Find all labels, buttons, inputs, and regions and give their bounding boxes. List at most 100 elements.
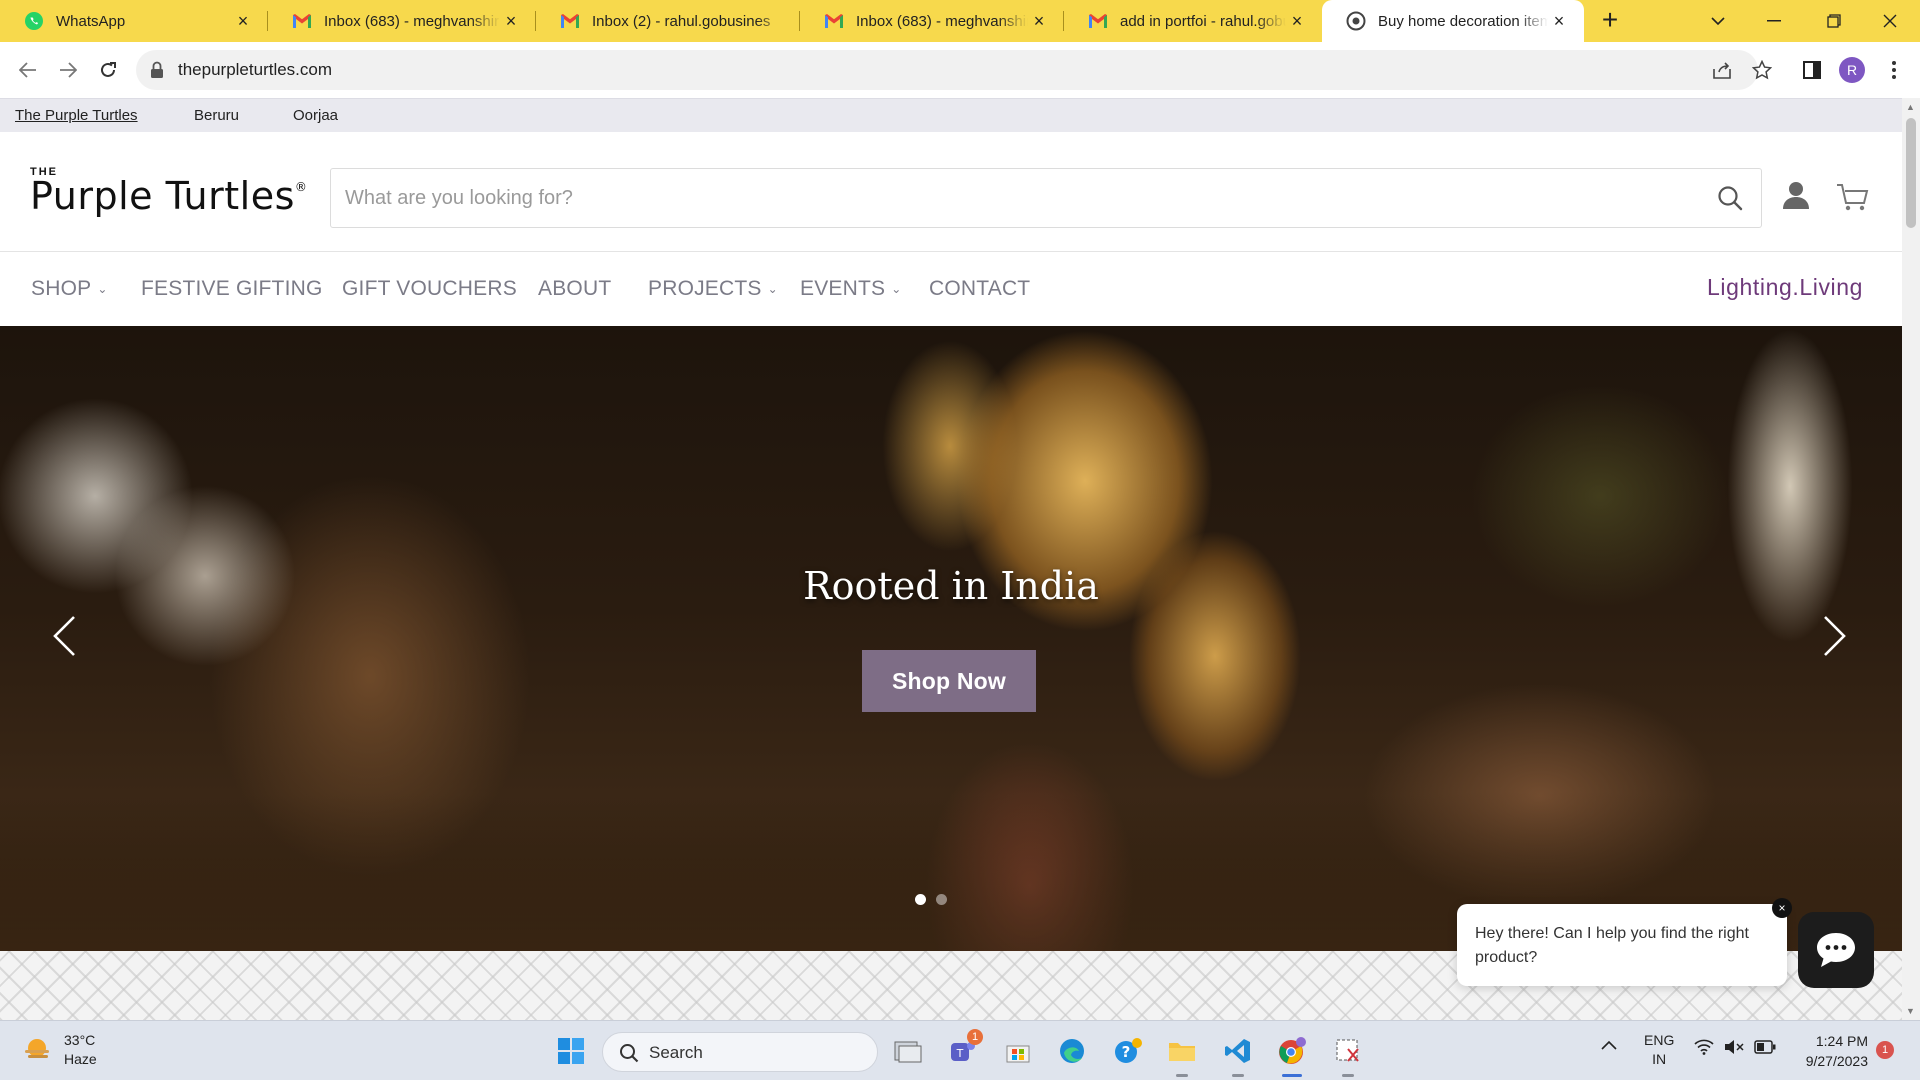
nav-festive-gifting[interactable]: FESTIVE GIFTING (141, 277, 323, 301)
whatsapp-icon (24, 11, 44, 31)
nav-contact[interactable]: CONTACT (929, 277, 1030, 301)
slider-dot-1[interactable] (915, 894, 926, 905)
shop-now-button[interactable]: Shop Now (862, 650, 1036, 712)
bookmark-oorjaa[interactable]: Oorjaa (293, 107, 338, 124)
tab-title: Inbox (2) - rahul.gobusines (592, 12, 786, 30)
file-explorer-icon[interactable] (888, 1031, 928, 1071)
browser-tab-gmail-1[interactable]: Inbox (683) - meghvanshir × (268, 0, 536, 42)
system-clock[interactable]: 1:24 PM 9/27/2023 (1790, 1031, 1868, 1071)
haze-sun-icon (25, 1039, 49, 1058)
nav-events[interactable]: EVENTS ⌄ (800, 277, 902, 301)
chevron-down-icon: ⌄ (767, 282, 778, 296)
tab-title: Inbox (683) - meghvanshir (856, 12, 1028, 30)
browser-tab-whatsapp[interactable]: WhatsApp × (0, 0, 268, 42)
scroll-up-icon[interactable]: ▲ (1906, 102, 1915, 112)
account-icon[interactable] (1782, 180, 1810, 215)
nav-gift-vouchers[interactable]: GIFT VOUCHERS (342, 277, 517, 301)
snipping-tool-icon[interactable] (1328, 1031, 1368, 1077)
teams-badge: 1 (967, 1029, 983, 1045)
browser-toolbar: thepurpleturtles.com R (0, 42, 1920, 98)
show-hidden-icons-chevron-icon[interactable] (1601, 1037, 1617, 1053)
window-close-icon[interactable] (1862, 0, 1918, 42)
close-tab-icon[interactable]: × (1548, 10, 1570, 32)
slider-prev-arrow-icon[interactable] (44, 606, 84, 666)
battery-icon[interactable] (1754, 1040, 1776, 1057)
vscode-icon[interactable] (1218, 1031, 1258, 1077)
hero-slider: Rooted in India Shop Now (0, 326, 1902, 951)
teams-icon[interactable]: T 1 (943, 1029, 983, 1071)
nav-projects[interactable]: PROJECTS ⌄ (648, 277, 778, 301)
hero-title: Rooted in India (803, 564, 1099, 608)
cart-icon[interactable] (1836, 182, 1870, 217)
svg-text:?: ? (1122, 1043, 1131, 1061)
chat-close-icon[interactable]: × (1772, 898, 1792, 918)
chevron-down-icon: ⌄ (97, 282, 108, 296)
bookmark-the-purple-turtles[interactable]: The Purple Turtles (15, 107, 138, 124)
nav-about[interactable]: ABOUT (538, 277, 611, 301)
scrollbar-thumb[interactable] (1906, 118, 1916, 228)
site-search (330, 168, 1762, 228)
weather-condition: Haze (64, 1051, 97, 1067)
search-icon[interactable] (1717, 185, 1743, 216)
bookmark-star-icon[interactable] (1746, 54, 1778, 86)
close-tab-icon[interactable]: × (232, 10, 254, 32)
nav-shop[interactable]: SHOP ⌄ (31, 277, 108, 301)
scroll-down-icon[interactable]: ▼ (1906, 1006, 1915, 1016)
notification-badge[interactable]: 1 (1876, 1041, 1894, 1059)
back-icon[interactable] (12, 54, 44, 86)
help-icon[interactable]: ? (1108, 1031, 1148, 1071)
chevron-down-icon: ⌄ (891, 282, 902, 296)
side-panel-icon[interactable] (1796, 54, 1828, 86)
tab-search-icon[interactable] (1690, 0, 1746, 42)
slider-dot-2[interactable] (936, 894, 947, 905)
slider-next-arrow-icon[interactable] (1815, 606, 1855, 666)
browser-tab-gmail-3[interactable]: Inbox (683) - meghvanshir × (800, 0, 1064, 42)
profile-avatar[interactable]: R (1839, 57, 1865, 83)
restore-icon[interactable] (1806, 0, 1862, 42)
bookmarks-bar: The Purple Turtles Beruru Oorjaa (0, 98, 1920, 132)
site-favicon (1346, 11, 1366, 31)
url-text[interactable]: thepurpleturtles.com (178, 60, 332, 80)
folder-icon[interactable] (1162, 1031, 1202, 1077)
lock-icon[interactable] (150, 61, 164, 84)
region-code: IN (1652, 1051, 1667, 1067)
chrome-icon[interactable] (1272, 1031, 1312, 1077)
tab-title: Buy home decoration item (1378, 12, 1548, 30)
site-header: THE Purple Turtles® (0, 132, 1902, 252)
reload-icon[interactable] (92, 54, 124, 86)
new-tab-button[interactable]: + (1595, 6, 1625, 36)
address-bar[interactable]: thepurpleturtles.com (136, 50, 1758, 90)
close-tab-icon[interactable]: × (500, 10, 522, 32)
wifi-icon[interactable] (1694, 1039, 1714, 1058)
windows-taskbar: 33°C Haze Search T 1 ? ENG IN 1:24 PM 9/… (0, 1020, 1920, 1080)
taskbar-search[interactable]: Search (602, 1032, 878, 1072)
forward-icon[interactable] (52, 54, 84, 86)
browser-tab-gmail-4[interactable]: add in portfoi - rahul.gobu × (1064, 0, 1322, 42)
store-icon[interactable] (998, 1031, 1038, 1071)
browser-tab-active[interactable]: Buy home decoration item × (1322, 0, 1584, 42)
weather-widget[interactable]: 33°C Haze (22, 1031, 97, 1069)
page-scrollbar[interactable]: ▲ ▼ (1902, 98, 1920, 1020)
windows-start-icon[interactable] (551, 1031, 591, 1071)
language-code: ENG (1644, 1032, 1675, 1048)
share-icon[interactable] (1706, 54, 1738, 86)
edge-icon[interactable] (1052, 1031, 1092, 1071)
tab-title: Inbox (683) - meghvanshir (324, 12, 500, 30)
gmail-icon (292, 11, 312, 31)
search-input[interactable] (331, 169, 1691, 227)
chat-launcher-button[interactable] (1798, 912, 1874, 988)
minimize-icon[interactable] (1746, 0, 1802, 42)
search-icon (619, 1043, 639, 1068)
bookmark-beruru[interactable]: Beruru (194, 107, 239, 124)
chat-greeting-bubble[interactable]: Hey there! Can I help you find the right… (1457, 904, 1787, 986)
tab-title: WhatsApp (56, 12, 126, 30)
input-language[interactable]: ENG IN (1644, 1031, 1674, 1069)
menu-kebab-icon[interactable] (1878, 54, 1910, 86)
close-tab-icon[interactable]: × (1028, 10, 1050, 32)
site-logo[interactable]: THE Purple Turtles® (30, 166, 307, 218)
brand-tagline: Lighting.Living (1707, 274, 1864, 300)
browser-tab-gmail-2[interactable]: Inbox (2) - rahul.gobusines (536, 0, 800, 42)
slider-dots (915, 894, 947, 905)
volume-muted-icon[interactable] (1724, 1039, 1744, 1058)
close-tab-icon[interactable]: × (1286, 10, 1308, 32)
